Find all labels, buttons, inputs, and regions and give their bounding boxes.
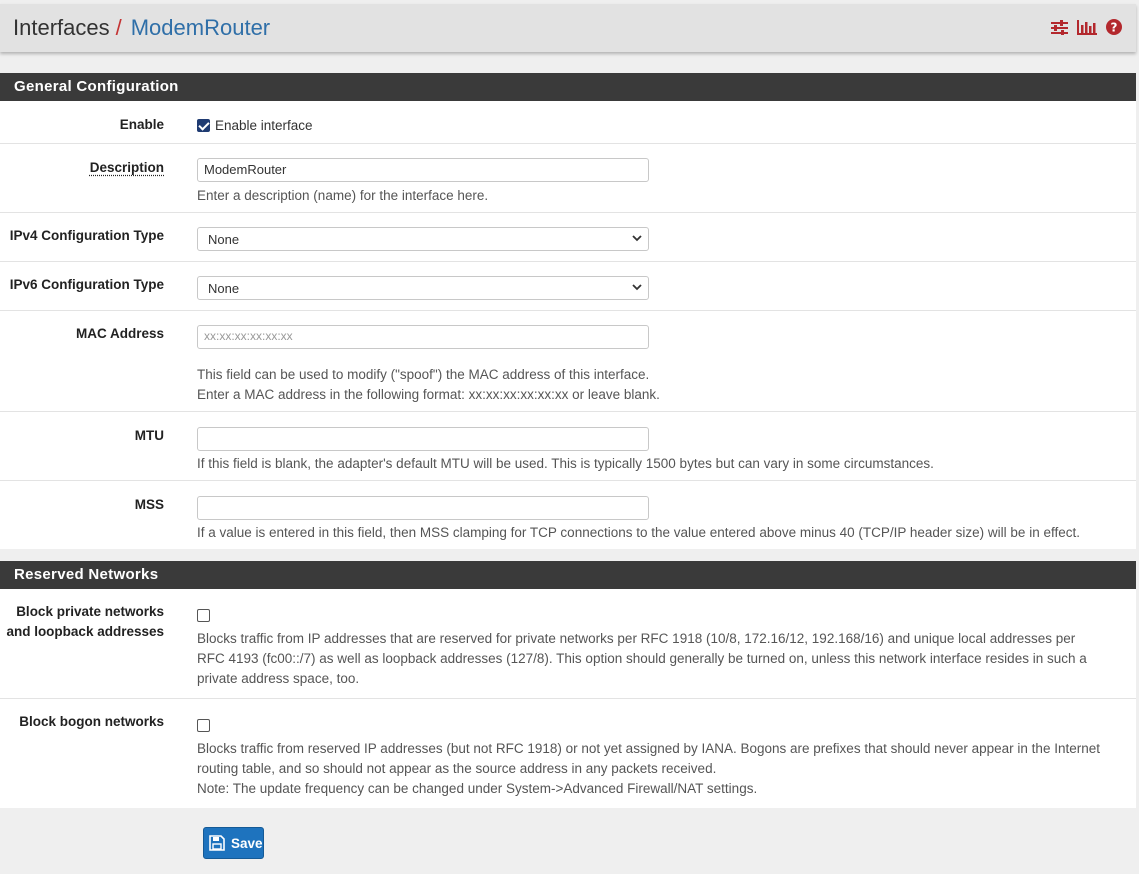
block-private-row: Block private networks and loopback addr… [0, 589, 1136, 699]
page-header: Interfaces / ModemRouter ? [0, 4, 1136, 52]
ipv6-row: IPv6 Configuration Type None [0, 262, 1136, 311]
header-icons: ? [1051, 19, 1122, 35]
mac-input[interactable]: xx:xx:xx:xx:xx:xx [197, 325, 649, 349]
svg-text:?: ? [1111, 21, 1118, 35]
mss-label: MSS [134, 497, 164, 512]
block-private-help-1: Blocks traffic from IP addresses that ar… [197, 631, 1076, 646]
block-bogon-checkbox[interactable] [197, 718, 210, 732]
block-private-label-1: Block private networks [16, 604, 164, 619]
general-config-panel: General Configuration Enable Enable inte… [0, 73, 1136, 549]
ipv4-select[interactable]: None [197, 227, 649, 251]
mtu-label: MTU [134, 428, 164, 443]
breadcrumb-separator: / [115, 15, 122, 40]
ipv6-select[interactable]: None [197, 276, 649, 300]
ipv6-select-value: None [208, 281, 240, 296]
description-input[interactable]: ModemRouter [197, 158, 649, 182]
block-private-checkbox[interactable] [197, 608, 210, 622]
chevron-down-icon [632, 284, 642, 291]
mss-row: MSS If a value is entered in this field,… [0, 481, 1136, 550]
block-bogon-help-1: Blocks traffic from reserved IP addresse… [197, 741, 1100, 756]
mac-row: MAC Address xx:xx:xx:xx:xx:xx This field… [0, 311, 1136, 412]
mac-label: MAC Address [75, 326, 164, 341]
mtu-input[interactable] [197, 427, 649, 451]
save-icon [209, 835, 225, 851]
reserved-networks-title: Reserved Networks [0, 561, 1136, 589]
enable-control: Enable interface [197, 117, 313, 133]
block-private-label-2: and loopback addresses [6, 624, 164, 639]
general-config-title: General Configuration [0, 73, 1136, 101]
bar-chart-icon[interactable] [1077, 19, 1097, 35]
description-help: Enter a description (name) for the inter… [197, 188, 489, 203]
block-bogon-help-2: routing table, and so should not appear … [197, 761, 717, 776]
block-bogon-help-3: Note: The update frequency can be change… [197, 781, 758, 796]
enable-row: Enable Enable interface [0, 101, 1136, 144]
save-button-label: Save [231, 835, 263, 851]
chevron-down-icon [632, 235, 642, 242]
enable-checkbox-label[interactable]: Enable interface [215, 118, 313, 133]
enable-label: Enable [119, 117, 164, 132]
block-bogon-row: Block bogon networks Blocks traffic from… [0, 699, 1136, 808]
description-row: Description ModemRouter Enter a descript… [0, 144, 1136, 213]
mss-help: If a value is entered in this field, the… [197, 525, 1080, 540]
mtu-row: MTU If this field is blank, the adapter'… [0, 412, 1136, 481]
save-button[interactable]: Save [203, 827, 264, 859]
breadcrumb-current[interactable]: ModemRouter [131, 15, 270, 41]
block-bogon-label: Block bogon networks [19, 714, 164, 729]
ipv4-select-value: None [208, 232, 240, 247]
block-private-help-3: private address space, too. [197, 671, 360, 686]
mac-help-2: Enter a MAC address in the following for… [197, 387, 660, 402]
ipv4-row: IPv4 Configuration Type None [0, 213, 1136, 262]
block-private-help-2: RFC 4193 (fc00::/7) as well as loopback … [197, 651, 1087, 666]
ipv6-label: IPv6 Configuration Type [9, 277, 164, 292]
help-icon[interactable]: ? [1106, 19, 1122, 35]
sliders-icon[interactable] [1051, 19, 1068, 35]
breadcrumb-interfaces[interactable]: Interfaces [13, 15, 110, 41]
mtu-help: If this field is blank, the adapter's de… [197, 456, 934, 471]
ipv4-label: IPv4 Configuration Type [9, 228, 164, 243]
mac-help-1: This field can be used to modify ("spoof… [197, 367, 650, 382]
reserved-networks-panel: Reserved Networks Block private networks… [0, 561, 1136, 808]
enable-checkbox[interactable] [197, 118, 210, 132]
description-label[interactable]: Description [0, 158, 164, 178]
mss-input[interactable] [197, 496, 649, 520]
